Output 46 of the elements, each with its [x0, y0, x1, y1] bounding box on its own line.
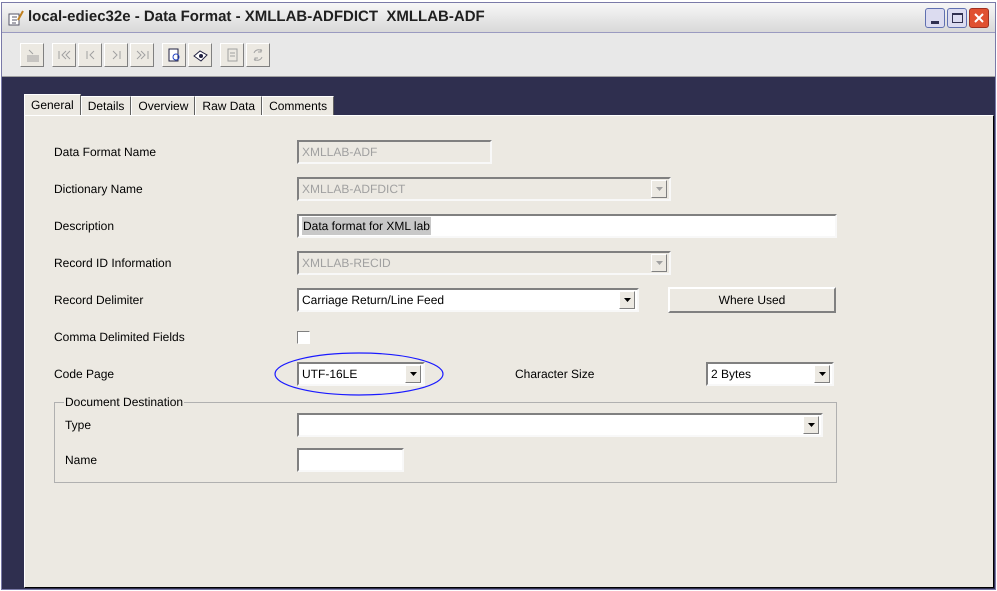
group-title: Document Destination [64, 394, 184, 411]
tab[interactable]: Raw Data [195, 96, 262, 115]
tab[interactable]: Overview [131, 96, 196, 115]
caret-icon [808, 423, 814, 427]
dropdown-field[interactable]: UTF-16LE [297, 362, 425, 386]
dropdown-button[interactable] [405, 365, 421, 383]
dropdown-button[interactable] [619, 291, 635, 309]
tab[interactable]: General [24, 94, 81, 115]
field-label: Data Format Name [54, 144, 158, 161]
text-field[interactable] [297, 448, 404, 472]
field-label: Code Page [54, 366, 116, 383]
caret-icon [410, 372, 416, 376]
field-label: Type [65, 417, 92, 434]
caret-icon [656, 187, 662, 191]
field-label: Description [54, 218, 116, 235]
close-icon [974, 12, 984, 22]
dropdown-field[interactable]: 2 Bytes [706, 362, 834, 386]
folder-icon [24, 46, 40, 62]
field-label: Name [65, 452, 98, 469]
close-button[interactable] [969, 8, 989, 28]
checkbox[interactable] [297, 330, 310, 344]
minimize-icon [931, 20, 939, 24]
minimize-button[interactable] [925, 8, 945, 28]
field-label: Record Delimiter [54, 292, 144, 309]
tab[interactable]: Details [80, 96, 132, 115]
field-label: Character Size [515, 366, 596, 383]
caret-icon [624, 298, 630, 302]
where-used-button[interactable]: Where Used [668, 287, 836, 313]
window-title: local-ediec32e - Data Format - XMLLAB-ADFDICT XMLLAB-ADF [28, 7, 485, 28]
toolbar-button[interactable] [162, 42, 186, 66]
field-label: Comma Delimited Fields [54, 329, 186, 346]
field-label: Dictionary Name [54, 181, 144, 198]
caret-icon [818, 372, 826, 376]
dropdown-button[interactable] [803, 416, 819, 434]
toolbar-button[interactable] [188, 42, 212, 66]
preview-icon [166, 46, 182, 62]
dropdown-button[interactable] [814, 365, 830, 383]
text-field[interactable]: Data format for XML lab [297, 214, 837, 238]
notepad-pencil-icon [8, 10, 24, 26]
dropdown-field[interactable]: Carriage Return/Line Feed [297, 288, 639, 312]
dropdown-field[interactable] [297, 413, 823, 437]
caret-icon [656, 261, 662, 265]
maximize-button[interactable] [947, 8, 967, 28]
maximize-icon [952, 12, 962, 22]
field-label: Record ID Information [54, 255, 172, 272]
tab[interactable]: Comments [262, 96, 334, 115]
